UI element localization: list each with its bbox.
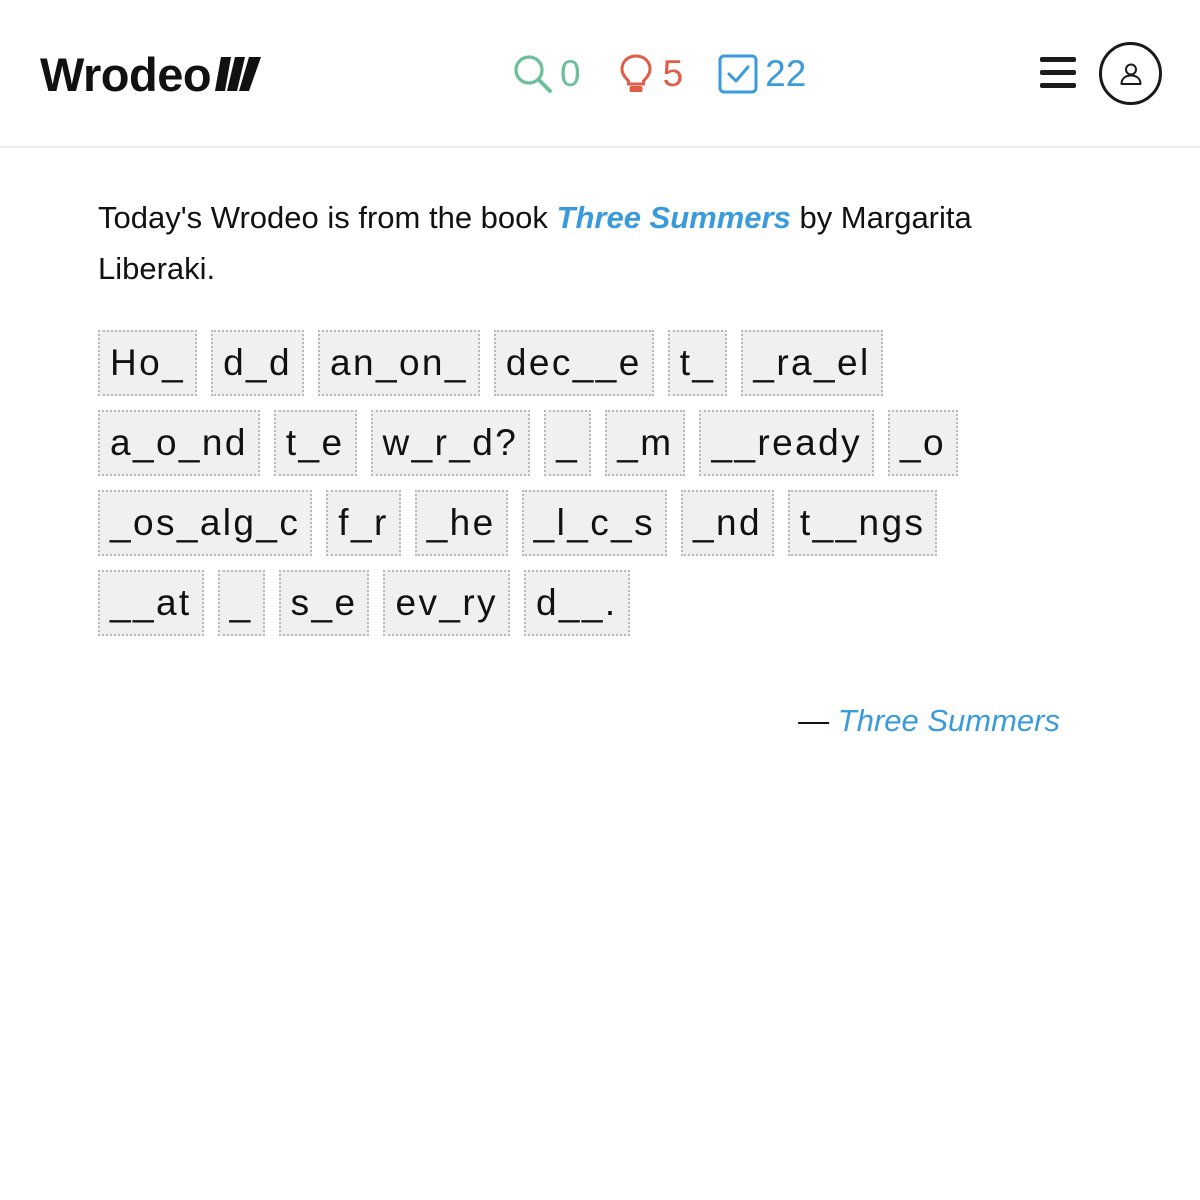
quote-attribution: — Three Summers <box>798 703 1060 739</box>
stats-bar: 0 5 22 <box>512 50 840 98</box>
word-tile[interactable]: __ready <box>699 410 874 476</box>
word-tile[interactable]: dec__e <box>493 330 654 396</box>
hint-count[interactable]: 5 <box>615 53 684 95</box>
word-tile[interactable]: an_on_ <box>318 330 480 396</box>
puzzle-board: Ho_ d_d an_on_ dec__e t_ _ra_el a_o_nd t_e w_r_d… <box>98 330 1068 650</box>
word-tile[interactable]: Ho_ <box>98 330 198 396</box>
top-bar: Wrodeo 0 5 22 <box>0 0 1200 148</box>
book-title-link[interactable]: Three Summers <box>557 200 791 235</box>
word-tile[interactable]: ev_ry <box>383 570 510 636</box>
word-tile[interactable]: w_r_d? <box>370 410 531 476</box>
word-tile[interactable]: _os_alg_c <box>98 490 313 556</box>
wrodeo-logo[interactable]: Wrodeo <box>40 46 262 102</box>
word-tile[interactable]: _ra_el <box>741 330 883 396</box>
logo-mark-icon <box>215 57 262 91</box>
word-tile[interactable]: f_r <box>326 490 401 556</box>
account-button[interactable] <box>1099 42 1162 105</box>
word-tile[interactable]: _m <box>605 410 686 476</box>
attribution-dash: — <box>798 703 838 738</box>
solved-count[interactable]: 22 <box>717 53 806 95</box>
search-count-value: 0 <box>560 53 581 94</box>
word-tile[interactable]: s_e <box>278 570 370 636</box>
word-tile[interactable]: t_e <box>273 410 357 476</box>
word-tile[interactable]: t__ngs <box>787 490 938 556</box>
word-tile[interactable]: _ <box>217 570 265 636</box>
logo-text: Wrodeo <box>40 47 212 101</box>
intro-prefix: Today's Wrodeo is from the book <box>98 200 557 235</box>
intro-text: Today's Wrodeo is from the book Three Su… <box>98 192 1078 294</box>
word-tile[interactable]: _o <box>887 410 958 476</box>
menu-bar <box>1040 57 1076 62</box>
word-tile[interactable]: d__. <box>523 570 630 636</box>
search-icon <box>514 55 552 93</box>
hamburger-menu-icon[interactable] <box>1040 57 1076 89</box>
word-tile[interactable]: t_ <box>667 330 728 396</box>
hint-count-value: 5 <box>662 53 684 94</box>
word-tile[interactable]: _he <box>414 490 508 556</box>
word-tile[interactable]: d_d <box>211 330 305 396</box>
checkbox-icon <box>718 54 758 94</box>
word-tile[interactable]: _ <box>544 410 592 476</box>
user-icon <box>1120 63 1141 85</box>
word-tile[interactable]: _l_c_s <box>521 490 667 556</box>
word-tile[interactable]: a_o_nd <box>98 410 260 476</box>
word-tile[interactable]: __at <box>98 570 204 636</box>
solved-count-value: 22 <box>765 53 807 94</box>
attribution-source-link[interactable]: Three Summers <box>838 703 1060 738</box>
menu-bar <box>1040 70 1076 75</box>
menu-bar <box>1040 83 1076 88</box>
word-tile[interactable]: _nd <box>680 490 774 556</box>
search-count[interactable]: 0 <box>512 53 581 95</box>
lightbulb-icon <box>620 54 652 92</box>
